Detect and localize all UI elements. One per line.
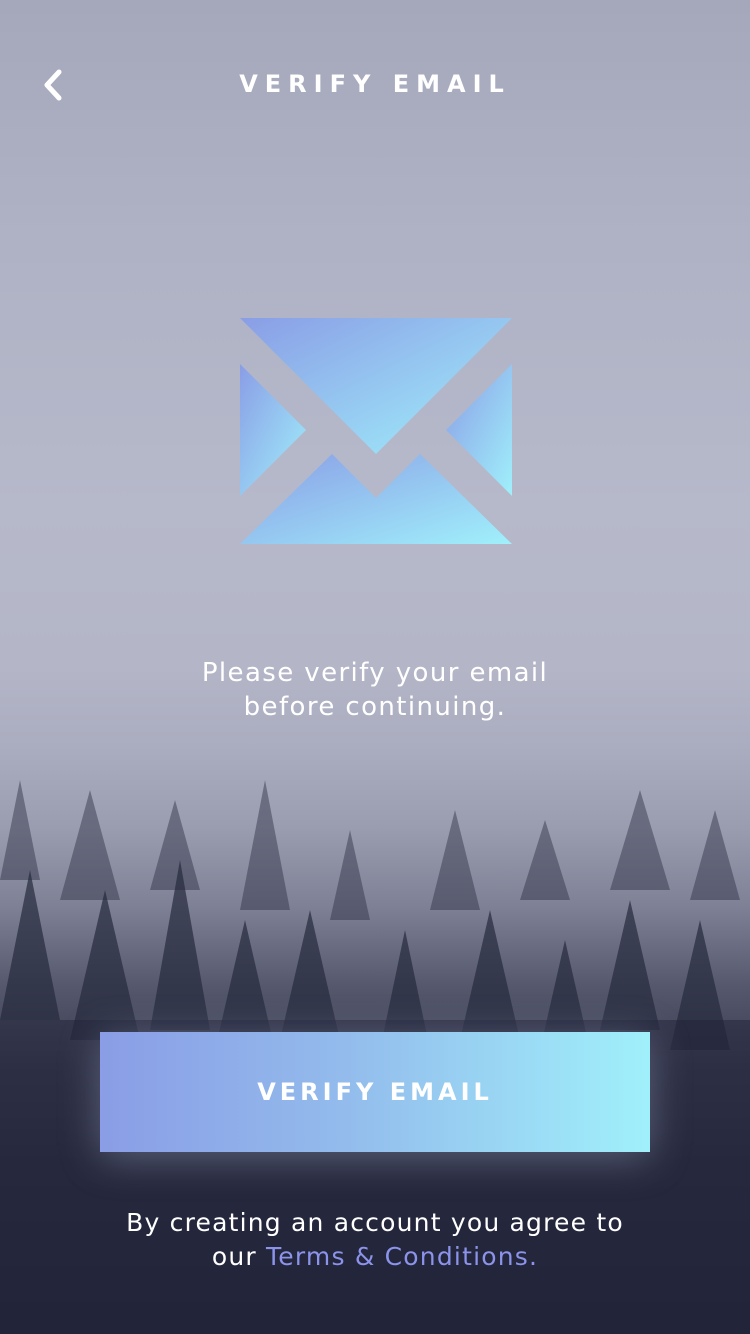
terms-notice: By creating an account you agree to our … — [0, 1206, 750, 1274]
message-line-2: before continuing. — [243, 692, 507, 722]
header: VERIFY EMAIL — [0, 50, 750, 120]
terms-prefix: our — [211, 1242, 257, 1271]
verify-email-button[interactable]: VERIFY EMAIL — [100, 1032, 650, 1152]
page-title: VERIFY EMAIL — [239, 70, 511, 98]
terms-conditions-link[interactable]: Terms & Conditions. — [266, 1242, 538, 1271]
envelope-icon — [240, 318, 512, 544]
verify-email-button-label: VERIFY EMAIL — [257, 1078, 493, 1106]
terms-notice-line-1: By creating an account you agree to — [126, 1208, 624, 1237]
terms-notice-line-2: our Terms & Conditions. — [0, 1240, 750, 1274]
verification-message: Please verify your email before continui… — [0, 656, 750, 724]
message-line-1: Please verify your email — [201, 658, 549, 688]
